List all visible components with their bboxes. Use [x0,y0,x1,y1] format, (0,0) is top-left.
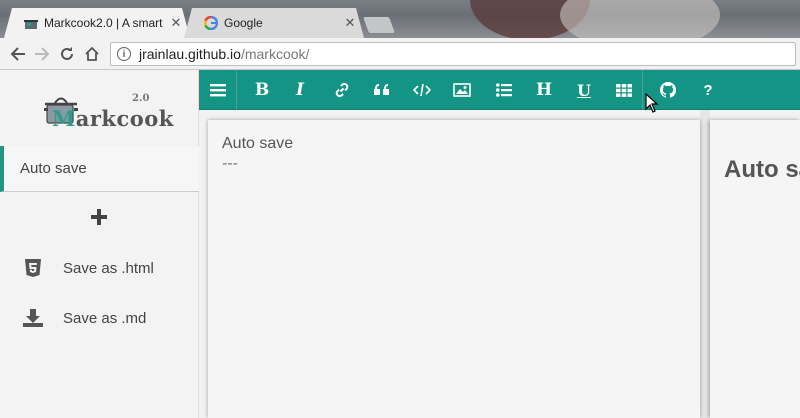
markcook-logo: Markcook 2.0 [42,86,173,132]
save-as-md-label: Save as .md [63,309,147,327]
help-button[interactable]: ? [689,70,727,110]
google-favicon-icon [204,16,218,30]
table-icon [615,83,632,97]
close-tab-icon[interactable]: ✕ [344,15,356,31]
sidebar-item-auto-save[interactable]: Auto save [0,146,199,192]
sidebar-item-label: Auto save [20,160,87,177]
italic-icon: I [296,80,304,100]
browser-tab-google[interactable]: Google ✕ [184,8,364,38]
address-bar-row: i jrainlau.github.io/markcook/ [0,38,800,70]
underline-icon: U [577,80,591,100]
url-field[interactable]: i jrainlau.github.io/markcook/ [110,42,796,66]
save-as-html-button[interactable]: Save as .html [22,256,192,280]
heading-icon: H [535,80,553,100]
browser-tab-strip: Markcook2.0 | A smart ✕ Google ✕ [0,0,800,38]
table-button[interactable] [605,70,643,110]
markdown-preview: Auto save [710,120,800,418]
logo-version: 2.0 [132,93,150,104]
quote-icon [374,84,389,95]
editor-toolbar: B I H U ? [199,70,800,110]
link-button[interactable] [323,70,361,110]
site-info-icon[interactable]: i [117,47,131,61]
editor-line: Auto save [222,135,294,152]
heading-button[interactable]: H [525,70,563,110]
markcook-app: Markcook 2.0 Auto save Save as .html Sav… [0,70,800,418]
quote-button[interactable] [363,70,401,110]
pane-divider[interactable] [700,110,710,418]
tab-title: Markcook2.0 | A smart [44,16,163,30]
underline-button[interactable]: U [565,70,603,110]
html5-icon [22,257,44,279]
save-as-md-button[interactable]: Save as .md [22,306,192,330]
code-button[interactable] [403,70,441,110]
list-icon [496,83,512,97]
back-icon[interactable] [8,44,28,64]
background-blur [560,0,720,38]
hamburger-icon [209,84,226,97]
italic-button[interactable]: I [281,70,319,110]
markcook-favicon-icon [24,16,38,30]
home-icon[interactable] [82,44,102,64]
url-domain: jrainlau.github.io [139,46,241,62]
logo-wordmark: Markcook [52,106,174,131]
image-button[interactable] [443,70,481,110]
download-icon [22,307,44,329]
sidebar: Markcook 2.0 Auto save Save as .html Sav… [0,70,199,418]
browser-tab-markcook[interactable]: Markcook2.0 | A smart ✕ [4,8,190,38]
add-document-button[interactable] [88,206,110,228]
close-tab-icon[interactable]: ✕ [170,15,182,31]
github-icon [660,82,676,98]
url-path: /markcook/ [240,46,310,62]
code-icon [413,83,431,97]
preview-heading: Auto save [724,156,800,183]
forward-icon[interactable] [32,44,52,64]
reload-icon[interactable] [57,44,77,64]
bold-button[interactable]: B [243,70,281,110]
list-button[interactable] [485,70,523,110]
mouse-pointer-icon [645,93,659,113]
bold-icon: B [254,80,270,100]
help-icon: ? [703,81,713,99]
tab-title: Google [224,16,263,30]
save-as-html-label: Save as .html [63,259,154,277]
editor-line: --- [222,155,238,172]
plus-icon [91,209,107,225]
image-icon [453,83,471,97]
markdown-editor[interactable]: Auto save --- [208,120,700,418]
link-icon [335,82,349,98]
new-tab-button[interactable] [363,17,395,33]
menu-button[interactable] [199,70,237,110]
